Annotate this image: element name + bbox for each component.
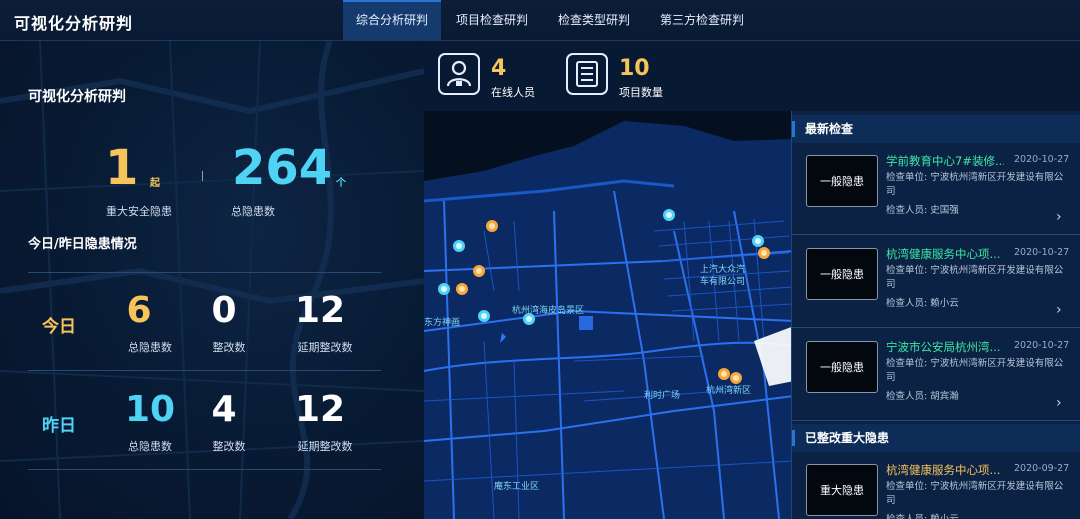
panel-title: 可视化分析研判 <box>28 89 126 105</box>
map-label: 利时广场 <box>644 389 680 401</box>
major-hazard-count: 1 <box>105 140 139 196</box>
card-unit: 检查单位: 宁波杭州湾新区开发建设有限公司 <box>886 265 1064 290</box>
project-count: 10 <box>619 56 650 81</box>
yesterday-rectified-label: 整改数 <box>212 440 246 453</box>
hazard-thumbnail: 一般隐患 <box>806 341 878 393</box>
major-hazard-label: 重大安全隐患 <box>106 205 172 218</box>
list-icon <box>566 53 608 95</box>
map-label: 庵东工业区 <box>494 480 539 492</box>
divider <box>28 370 381 371</box>
map-canvas: 上汽大众汽 车有限公司 杭州湾海皮岛景区 东方神画 利时广场 杭州湾新区 庵东工… <box>424 111 794 519</box>
yesterday-delayed-value: 12 <box>294 389 346 430</box>
inspection-card[interactable]: 一般隐患 学前教育中心7#装修... 2020-10-27 检查单位: 宁波杭州… <box>792 147 1080 235</box>
chevron-right-icon[interactable]: › <box>1056 395 1062 411</box>
map-label: 杭州湾海皮岛景区 <box>512 304 584 316</box>
map-label: 车有限公司 <box>700 275 745 287</box>
total-hazard-count: 264 <box>232 140 333 196</box>
inspection-panel: 最新检查 一般隐患 学前教育中心7#装修... 2020-10-27 检查单位:… <box>791 111 1080 519</box>
hazard-thumbnail: 一般隐患 <box>806 248 878 300</box>
today-rectified-label: 整改数 <box>212 341 246 354</box>
tab-bar: 综合分析研判 项目检查研判 检查类型研判 第三方检查研判 <box>343 0 759 40</box>
kpi-strip: 4 在线人员 10 项目数量 <box>424 41 1080 111</box>
online-staff-count: 4 <box>491 56 507 81</box>
card-inspector: 检查人员: 胡宾瀚 <box>886 391 959 402</box>
card-date: 2020-10-27 <box>1014 340 1070 351</box>
card-inspector: 检查人员: 史国强 <box>886 205 959 216</box>
inspection-card[interactable]: 一般隐患 宁波市公安局杭州湾... 2020-10-27 检查单位: 宁波杭州湾… <box>792 333 1080 421</box>
tab-inspection-type[interactable]: 检查类型研判 <box>543 0 645 40</box>
card-inspector: 检查人员: 赖小云 <box>886 298 959 309</box>
left-panel: 可视化分析研判 1 起 重大安全隐患 264 个 总隐患数 今日/昨日隐患情况 … <box>0 41 424 519</box>
yesterday-delayed-label: 延期整改数 <box>297 440 353 453</box>
inspection-card[interactable]: 一般隐患 杭湾健康服务中心项... 2020-10-27 检查单位: 宁波杭州湾… <box>792 240 1080 328</box>
divider <box>28 469 381 470</box>
section-title: 今日/昨日隐患情况 <box>28 237 137 252</box>
map-label: 杭州湾新区 <box>706 384 751 396</box>
today-total-value: 6 <box>126 290 152 331</box>
card-date: 2020-10-27 <box>1014 247 1070 258</box>
card-title: 杭湾健康服务中心项... <box>886 247 1001 261</box>
person-icon <box>438 53 480 95</box>
hazard-thumbnail: 重大隐患 <box>806 464 878 516</box>
tab-project-inspection[interactable]: 项目检查研判 <box>441 0 543 40</box>
today-label: 今日 <box>42 317 76 337</box>
map-label: 东方神画 <box>424 316 460 328</box>
yesterday-total-value: 10 <box>124 389 176 430</box>
rectified-hazard-header: 已整改重大隐患 <box>792 424 1080 452</box>
top-bar: 可视化分析研判 综合分析研判 项目检查研判 检查类型研判 第三方检查研判 <box>0 0 1080 41</box>
total-hazard-label: 总隐患数 <box>231 205 275 218</box>
today-rectified-value: 0 <box>211 290 237 331</box>
card-title: 杭湾健康服务中心项... <box>886 463 1001 477</box>
total-hazard-unit: 个 <box>336 178 346 189</box>
online-staff-label: 在线人员 <box>491 86 535 99</box>
card-title: 学前教育中心7#装修... <box>886 154 1004 168</box>
card-unit: 检查单位: 宁波杭州湾新区开发建设有限公司 <box>886 172 1064 197</box>
yesterday-total-label: 总隐患数 <box>128 440 172 453</box>
card-title: 宁波市公安局杭州湾... <box>886 340 1001 354</box>
yesterday-label: 昨日 <box>42 416 76 436</box>
divider <box>202 171 203 181</box>
chevron-right-icon[interactable]: › <box>1056 209 1062 225</box>
today-delayed-value: 12 <box>294 290 346 331</box>
card-inspector: 检查人员: 赖小云 <box>886 511 959 519</box>
card-date: 2020-09-27 <box>1014 463 1070 474</box>
card-unit: 检查单位: 宁波杭州湾新区开发建设有限公司 <box>886 481 1064 506</box>
inspection-card[interactable]: 重大隐患 杭湾健康服务中心项... 2020-09-27 检查单位: 宁波杭州湾… <box>792 456 1080 519</box>
yesterday-rectified-value: 4 <box>211 389 237 430</box>
major-hazard-unit: 起 <box>150 178 160 189</box>
latest-inspection-header: 最新检查 <box>792 115 1080 143</box>
card-unit: 检查单位: 宁波杭州湾新区开发建设有限公司 <box>886 358 1064 383</box>
today-total-label: 总隐患数 <box>128 341 172 354</box>
tab-comprehensive[interactable]: 综合分析研判 <box>343 0 441 40</box>
tab-third-party[interactable]: 第三方检查研判 <box>645 0 759 40</box>
chevron-right-icon[interactable]: › <box>1056 302 1062 318</box>
card-date: 2020-10-27 <box>1014 154 1070 165</box>
app-title: 可视化分析研判 <box>14 14 134 33</box>
divider <box>28 272 381 273</box>
hazard-thumbnail: 一般隐患 <box>806 155 878 207</box>
project-count-label: 项目数量 <box>619 86 663 99</box>
map-label: 上汽大众汽 <box>700 263 745 275</box>
city-map[interactable]: 上汽大众汽 车有限公司 杭州湾海皮岛景区 东方神画 利时广场 杭州湾新区 庵东工… <box>424 111 794 519</box>
today-delayed-label: 延期整改数 <box>297 341 353 354</box>
